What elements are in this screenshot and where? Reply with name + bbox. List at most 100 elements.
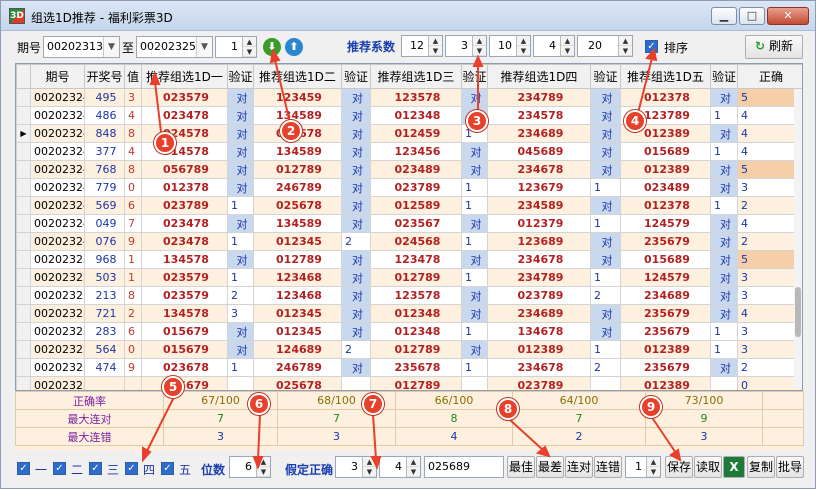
column-2-checkbox[interactable]: ✓ [53, 462, 66, 475]
read-button[interactable]: 读取 [694, 456, 722, 478]
verify-1-cell: 对 [227, 178, 254, 197]
column-3-checkbox[interactable]: ✓ [89, 462, 102, 475]
table-row[interactable]: 0020232443774014578对134589对123456对045689… [16, 142, 802, 161]
col-header-value[interactable]: 值 [124, 64, 142, 89]
minimize-button[interactable]: ▁ [711, 7, 737, 25]
excel-icon[interactable]: X [723, 456, 745, 478]
col-header-draw[interactable]: 开奖号 [84, 64, 125, 89]
stepper-arrows-icon[interactable]: ▲ ▼ [362, 457, 376, 477]
max-consec-wrong-button[interactable]: 连错 [594, 456, 622, 478]
row-indicator[interactable] [16, 286, 31, 305]
results-grid[interactable]: 期号 开奖号 值 推荐组选1D一 验证 推荐组选1D二 验证 推荐组选1D三 验… [15, 63, 803, 391]
stepper-arrows-icon[interactable]: ▲ ▼ [428, 36, 442, 56]
chevron-down-icon[interactable]: ▼ [196, 37, 212, 57]
col-header-correct[interactable]: 正确 [737, 64, 802, 89]
coef-stepper-4[interactable]: 4 ▲ ▼ [533, 35, 575, 57]
vertical-scrollbar[interactable] [794, 89, 802, 389]
maximize-button[interactable]: □ [739, 7, 765, 25]
column-5-checkbox[interactable]: ✓ [161, 462, 174, 475]
digits-stepper[interactable]: 6 ▲ ▼ [229, 456, 271, 478]
stepper-arrows-icon[interactable]: ▲ ▼ [618, 36, 632, 56]
row-indicator[interactable] [16, 232, 31, 251]
assume-code-input[interactable]: 025689 [424, 456, 504, 478]
row-indicator[interactable] [16, 358, 31, 377]
stepper-arrows-icon[interactable]: ▲ ▼ [472, 36, 486, 56]
row-indicator[interactable] [16, 214, 31, 233]
period-from-select[interactable]: 002023137 ▼ [43, 36, 120, 58]
table-row[interactable]: 0020232467790012378对246789对0237891123679… [16, 178, 802, 197]
coef-stepper-1[interactable]: 12 ▲ ▼ [401, 35, 443, 57]
best-button[interactable]: 最佳 [507, 456, 535, 478]
col-header-rec-2[interactable]: 推荐组选1D二 [253, 64, 342, 89]
table-row[interactable]: 0020232424864023478对134589对012348对234578… [16, 106, 802, 125]
table-row[interactable]: 0020232555640015679对1246892012789对012389… [16, 340, 802, 359]
table-row[interactable]: 0020232457688056789对012789对023489对234678… [16, 160, 802, 179]
row-indicator[interactable] [16, 268, 31, 287]
table-row[interactable]: 00202325372121345783012345对012348对234689… [16, 304, 802, 323]
row-indicator[interactable] [16, 304, 31, 323]
col-header-verify-3[interactable]: 验证 [461, 64, 488, 89]
row-indicator[interactable] [16, 160, 31, 179]
row-indicator[interactable]: ▶ [16, 124, 31, 143]
coef-stepper-5[interactable]: 20 ▲ ▼ [577, 35, 633, 57]
refresh-button[interactable]: ↻ 刷新 [745, 35, 803, 59]
count-stepper[interactable]: 1 ▲ ▼ [215, 36, 257, 58]
stepper-arrows-icon[interactable]: ▲ ▼ [516, 36, 530, 56]
assume-stepper-a[interactable]: 3 ▲ ▼ [335, 456, 377, 478]
col-header-period[interactable]: 期号 [30, 64, 85, 89]
worst-button[interactable]: 最差 [536, 456, 564, 478]
page-stepper[interactable]: 1 ▲ ▼ [625, 456, 661, 478]
coef-stepper-3[interactable]: 10 ▲ ▼ [489, 35, 531, 57]
table-row[interactable]: 0020232509681134578对012789对123478对234678… [16, 250, 802, 269]
col-header-verify-2[interactable]: 验证 [341, 64, 371, 89]
col-header-rec-5[interactable]: 推荐组选1D五 [620, 64, 711, 89]
row-indicator[interactable] [16, 106, 31, 125]
row-indicator[interactable] [16, 88, 31, 107]
row-indicator[interactable] [16, 322, 31, 341]
row-indicator[interactable] [16, 340, 31, 359]
max-consec-right-button[interactable]: 连对 [565, 456, 593, 478]
col-header-verify-1[interactable]: 验证 [227, 64, 254, 89]
batch-export-button[interactable]: 批导 [776, 456, 804, 478]
row-indicator[interactable] [16, 142, 31, 161]
col-header-rec-3[interactable]: 推荐组选1D三 [370, 64, 462, 89]
table-row[interactable]: ▶0020232438488024578对025678对012459123468… [16, 124, 802, 143]
col-header-verify-4[interactable]: 验证 [590, 64, 621, 89]
col-header-verify-5[interactable]: 验证 [710, 64, 738, 89]
table-row[interactable]: 0020232490769023478101234520245681123689… [16, 232, 802, 251]
sort-checkbox[interactable]: ✓ [645, 40, 658, 53]
column-1-checkbox[interactable]: ✓ [17, 462, 30, 475]
down-arrow-icon[interactable]: ⬇ [263, 38, 281, 56]
up-arrow-icon[interactable]: ⬆ [285, 38, 303, 56]
close-button[interactable]: ✕ [767, 7, 809, 25]
copy-button[interactable]: 复制 [747, 456, 775, 478]
row-indicator[interactable] [16, 250, 31, 269]
table-row[interactable]: 00202325647490236781246789对2356781234678… [16, 358, 802, 377]
table-row[interactable]: 00202325150310235791123468对0127891234789… [16, 268, 802, 287]
col-header-rec-4[interactable]: 推荐组选1D四 [487, 64, 591, 89]
col-header-rec-1[interactable]: 推荐组选1D一 [141, 64, 228, 89]
coef-stepper-2[interactable]: 3 ▲ ▼ [445, 35, 487, 57]
table-row[interactable]: 00202324756960237891025678对0125891234589… [16, 196, 802, 215]
table-row[interactable]: 00202325221380235792123468对123578对023789… [16, 286, 802, 305]
table-row[interactable]: 0020232542836015679对012345对0123481134678… [16, 322, 802, 341]
table-row[interactable]: 0020232414953023579对123459对123578对234789… [16, 88, 802, 107]
period-to-select[interactable]: 002023256 ▼ [136, 36, 213, 58]
stepper-arrows-icon[interactable]: ▲ ▼ [242, 37, 256, 57]
stepper-arrows-icon[interactable]: ▲ ▼ [646, 457, 660, 477]
column-4-checkbox[interactable]: ✓ [125, 462, 138, 475]
table-row[interactable]: 0020232480497023478对134589对023567对012379… [16, 214, 802, 233]
verify-3-cell: 1 [461, 232, 488, 251]
row-indicator[interactable] [16, 196, 31, 215]
row-indicator[interactable] [16, 178, 31, 197]
chevron-down-icon[interactable]: ▼ [103, 37, 119, 57]
verify-4-cell: 对 [590, 232, 621, 251]
assume-stepper-b[interactable]: 4 ▲ ▼ [379, 456, 421, 478]
table-row[interactable]: 0020232570156790256780127890237890123890 [16, 376, 802, 390]
stepper-arrows-icon[interactable]: ▲ ▼ [406, 457, 420, 477]
row-indicator[interactable] [16, 376, 31, 390]
stepper-arrows-icon[interactable]: ▲ ▼ [560, 36, 574, 56]
save-button[interactable]: 保存 [665, 456, 693, 478]
stepper-arrows-icon[interactable]: ▲ ▼ [256, 457, 270, 477]
scrollbar-thumb[interactable] [795, 287, 801, 337]
